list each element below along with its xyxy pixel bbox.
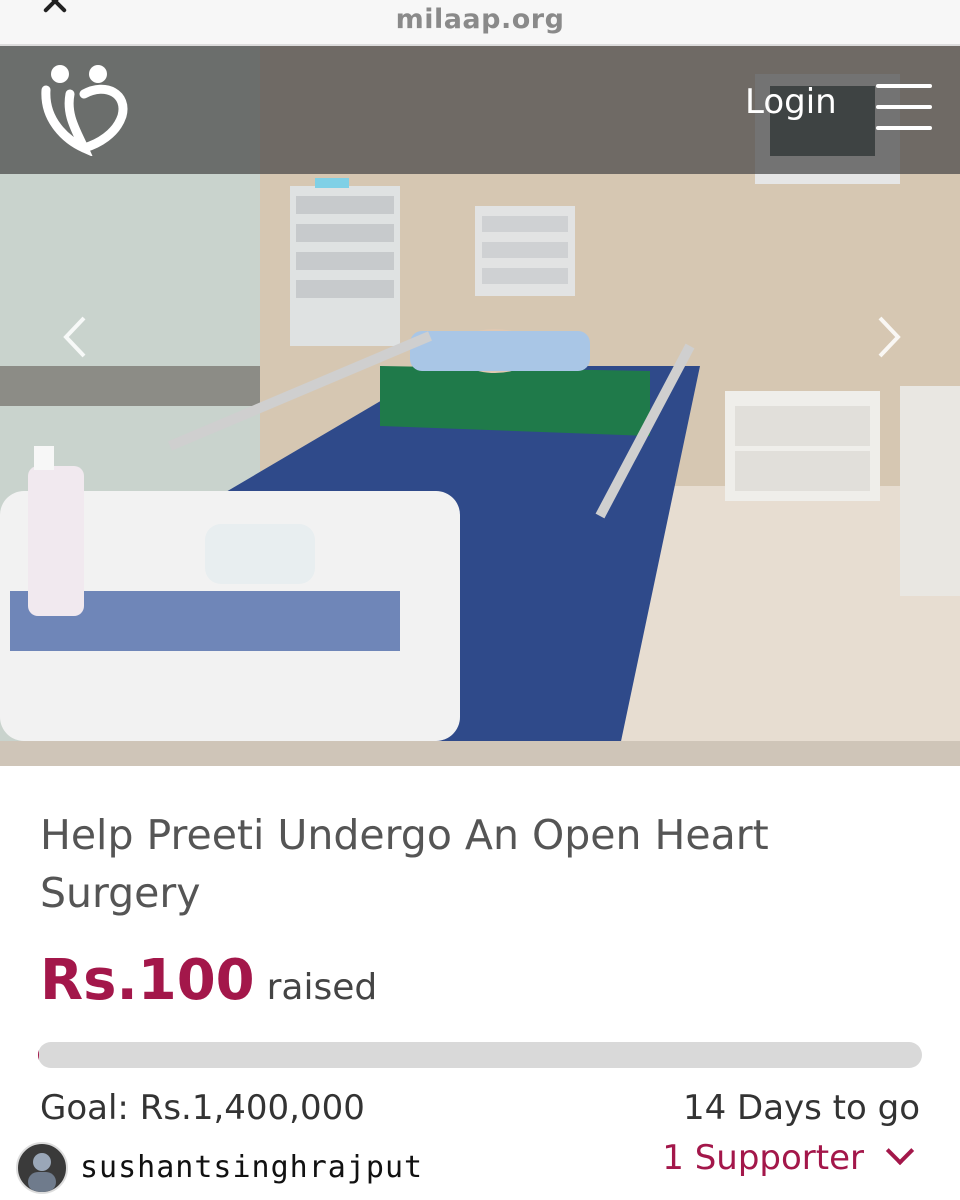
raised-label: raised [266,967,378,1008]
raised-summary: Rs.100 raised [40,948,377,1013]
funding-progress-bar [38,1042,922,1068]
chevron-left-icon[interactable] [56,312,96,362]
chevron-right-icon[interactable] [868,312,908,362]
supporters-toggle[interactable]: 1 Supporter [662,1136,915,1178]
campaign-title: Help Preeti Undergo An Open Heart Surger… [40,811,769,917]
site-header: Login [0,46,960,174]
login-link[interactable]: Login [745,82,837,122]
days-remaining: 14 Days to go [682,1088,920,1128]
avatar [16,1142,68,1194]
chevron-down-icon[interactable] [885,1136,915,1166]
watermark-username: sushantsinghrajput [80,1150,424,1185]
url-text[interactable]: milaap.org [0,4,960,35]
raised-amount: Rs.100 [40,948,255,1013]
goal-amount: Goal: Rs.1,400,000 [40,1088,365,1128]
milaap-logo-icon[interactable] [36,60,132,157]
supporters-count: 1 Supporter [662,1138,864,1178]
hamburger-menu-icon[interactable] [876,84,932,132]
browser-url-bar[interactable]: milaap.org [0,0,960,46]
